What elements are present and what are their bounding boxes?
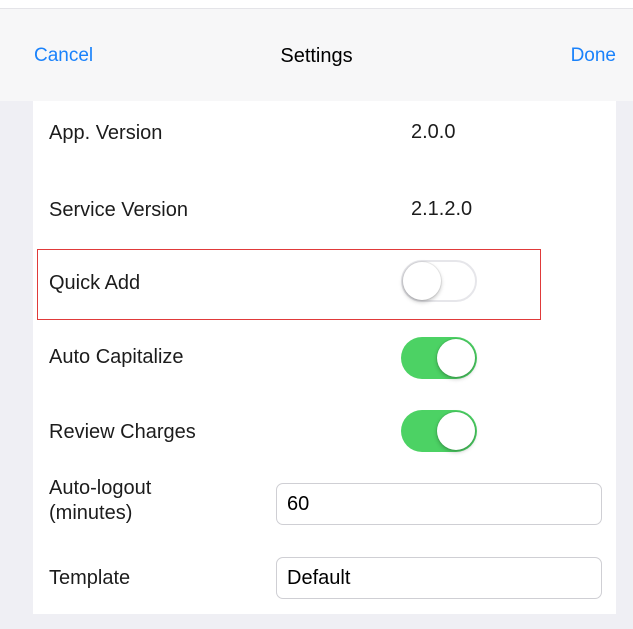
row-quick-add: Quick Add bbox=[33, 251, 616, 313]
row-auto-capitalize: Auto Capitalize bbox=[33, 327, 616, 389]
template-label: Template bbox=[49, 567, 131, 589]
auto-logout-input[interactable] bbox=[276, 483, 602, 525]
auto-capitalize-label: Auto Capitalize bbox=[49, 346, 184, 368]
row-app-version: App. Version 2.0.0 bbox=[33, 121, 616, 161]
service-version-value: 2.1.2.0 bbox=[411, 198, 473, 220]
page-title: Settings bbox=[280, 45, 353, 67]
toggle-knob bbox=[403, 262, 441, 300]
app-version-label: App. Version bbox=[49, 122, 163, 144]
app-version-value: 2.0.0 bbox=[411, 121, 456, 143]
row-service-version: Service Version 2.1.2.0 bbox=[33, 198, 616, 238]
service-version-label: Service Version bbox=[49, 199, 188, 221]
toggle-knob bbox=[437, 339, 475, 377]
review-charges-label: Review Charges bbox=[49, 421, 196, 443]
review-charges-toggle[interactable] bbox=[401, 410, 477, 452]
auto-capitalize-toggle[interactable] bbox=[401, 337, 477, 379]
quick-add-label: Quick Add bbox=[49, 272, 141, 294]
top-divider bbox=[0, 0, 633, 9]
template-input[interactable] bbox=[276, 557, 602, 599]
navigation-bar: Cancel Settings Done bbox=[0, 9, 633, 101]
auto-logout-label-line1: Auto-logout bbox=[49, 477, 152, 499]
auto-logout-label-line2: (minutes) bbox=[49, 502, 133, 524]
settings-panel: App. Version 2.0.0 Service Version 2.1.2… bbox=[33, 101, 616, 614]
settings-sheet: Cancel Settings Done App. Version 2.0.0 … bbox=[0, 0, 633, 629]
quick-add-toggle[interactable] bbox=[401, 260, 477, 302]
done-button[interactable]: Done bbox=[571, 45, 616, 67]
row-template: Template bbox=[33, 553, 616, 603]
row-review-charges: Review Charges bbox=[33, 403, 616, 465]
row-auto-logout: Auto-logout (minutes) bbox=[33, 471, 616, 541]
toggle-knob bbox=[437, 412, 475, 450]
